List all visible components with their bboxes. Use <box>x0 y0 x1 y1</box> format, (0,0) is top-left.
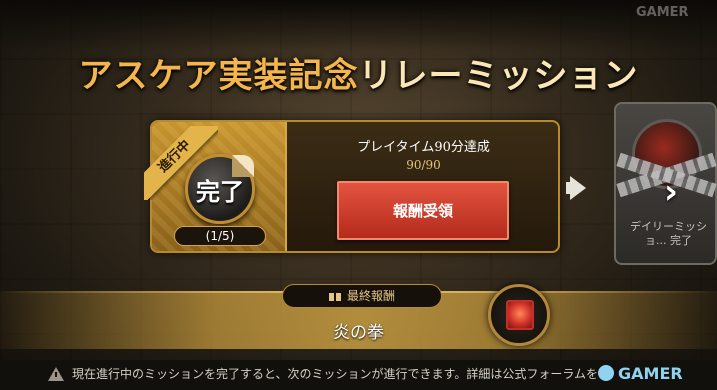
final-reward-item[interactable] <box>488 284 550 346</box>
notice-text: 現在進行中のミッションを完了すると、次のミッションが進行できます。詳細は公式フォ… <box>72 367 602 381</box>
top-vignette <box>0 0 717 50</box>
final-reward-label-text: 最終報酬 <box>346 289 395 303</box>
complete-badge: 完了 <box>185 154 255 224</box>
gift-icon <box>328 290 341 301</box>
final-reward-name: 炎の拳 <box>333 323 384 343</box>
claim-reward-button[interactable]: 報酬受領 <box>337 181 509 240</box>
gamer-logo-icon <box>598 365 614 381</box>
event-title: アスケア実装記念リレーミッション <box>0 48 717 97</box>
final-reward-label: 最終報酬 <box>282 284 442 308</box>
event-title-accent: リレーミッション <box>358 56 639 96</box>
event-title-main: アスケア実装記念 <box>78 56 359 96</box>
chevron-right-icon[interactable]: › <box>664 172 690 212</box>
gamer-logo-text: GAMER <box>618 363 683 383</box>
gamer-logo: GAMER <box>598 362 683 384</box>
mission-progress: 90/90 <box>406 158 441 172</box>
warning-icon-mark <box>55 372 57 377</box>
current-mission-card: 進行中 完了 (1/5) プレイタイム90分達成 90/90 報酬受領 <box>144 120 560 253</box>
mission-status-panel: 進行中 完了 (1/5) <box>144 122 287 251</box>
next-arrow-icon <box>570 176 586 200</box>
mission-step-counter: (1/5) <box>174 226 266 246</box>
fist-icon <box>506 300 534 330</box>
next-mission-text: デイリーミッショ... 完了 <box>630 220 707 247</box>
watermark-top: GAMER <box>636 5 689 20</box>
page-curl-icon <box>232 155 254 177</box>
mission-name: プレイタイム90分達成 <box>357 140 490 155</box>
